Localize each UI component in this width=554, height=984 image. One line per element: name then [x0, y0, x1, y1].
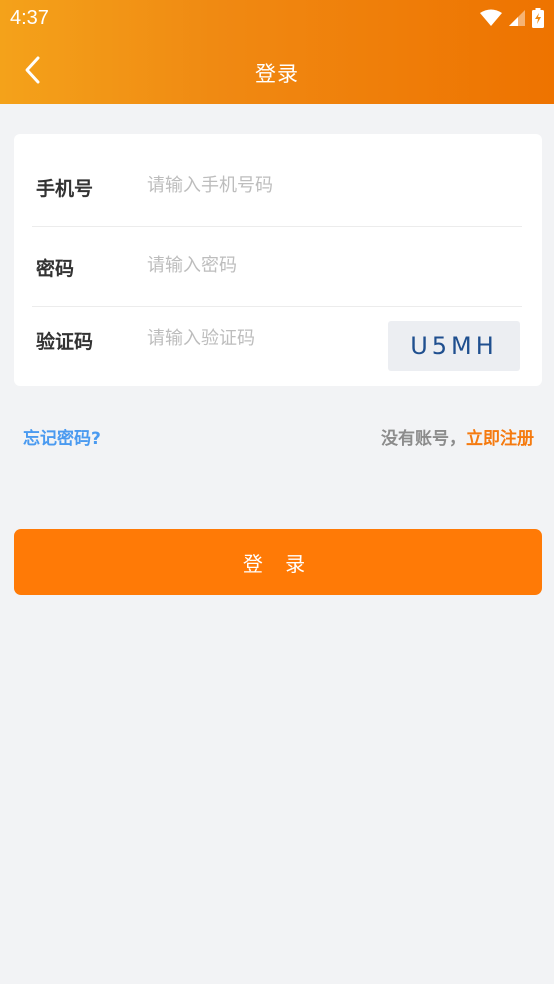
phone-row: 手机号: [32, 174, 522, 204]
register-link[interactable]: 立即注册: [466, 429, 534, 449]
login-form-card: 手机号 密码 验证码 U5MH: [14, 134, 542, 386]
auth-links: 忘记密码? 没有账号，立即注册: [23, 424, 534, 449]
page-title: 登录: [255, 62, 299, 86]
status-bar: 4:37: [0, 0, 554, 36]
phone-label: 手机号: [36, 178, 94, 200]
no-account-text: 没有账号，: [381, 429, 466, 449]
login-button[interactable]: 登 录: [14, 529, 542, 595]
password-label: 密码: [36, 258, 75, 280]
captcha-input[interactable]: [147, 328, 377, 349]
divider: [32, 226, 522, 227]
status-icons: [480, 8, 544, 28]
password-input[interactable]: [147, 255, 377, 276]
app-header: 4:37 登录: [0, 0, 554, 104]
password-row: 密码: [32, 254, 522, 284]
battery-icon: [532, 8, 544, 28]
wifi-icon: [480, 9, 502, 26]
captcha-image[interactable]: U5MH: [388, 321, 520, 371]
status-time: 4:37: [10, 7, 49, 29]
register-prompt: 没有账号，立即注册: [381, 424, 534, 449]
forgot-password-link[interactable]: 忘记密码?: [23, 424, 101, 449]
divider: [32, 306, 522, 307]
captcha-label: 验证码: [36, 331, 94, 353]
signal-icon: [509, 10, 525, 26]
phone-input[interactable]: [147, 175, 377, 196]
